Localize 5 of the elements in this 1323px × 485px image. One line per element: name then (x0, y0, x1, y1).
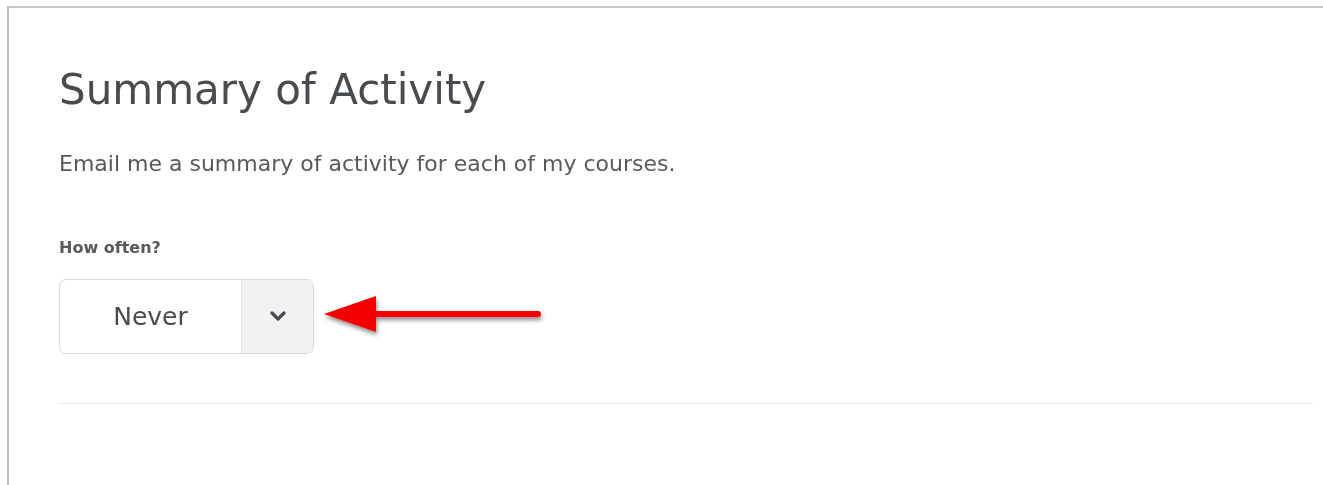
section-title: Summary of Activity (59, 64, 488, 116)
description-text: Email me a summary of activity for each of my courses. (59, 150, 677, 178)
frequency-dropdown[interactable]: Never (59, 279, 314, 354)
chevron-down-icon (269, 311, 286, 322)
field-label: How often? (59, 237, 162, 259)
